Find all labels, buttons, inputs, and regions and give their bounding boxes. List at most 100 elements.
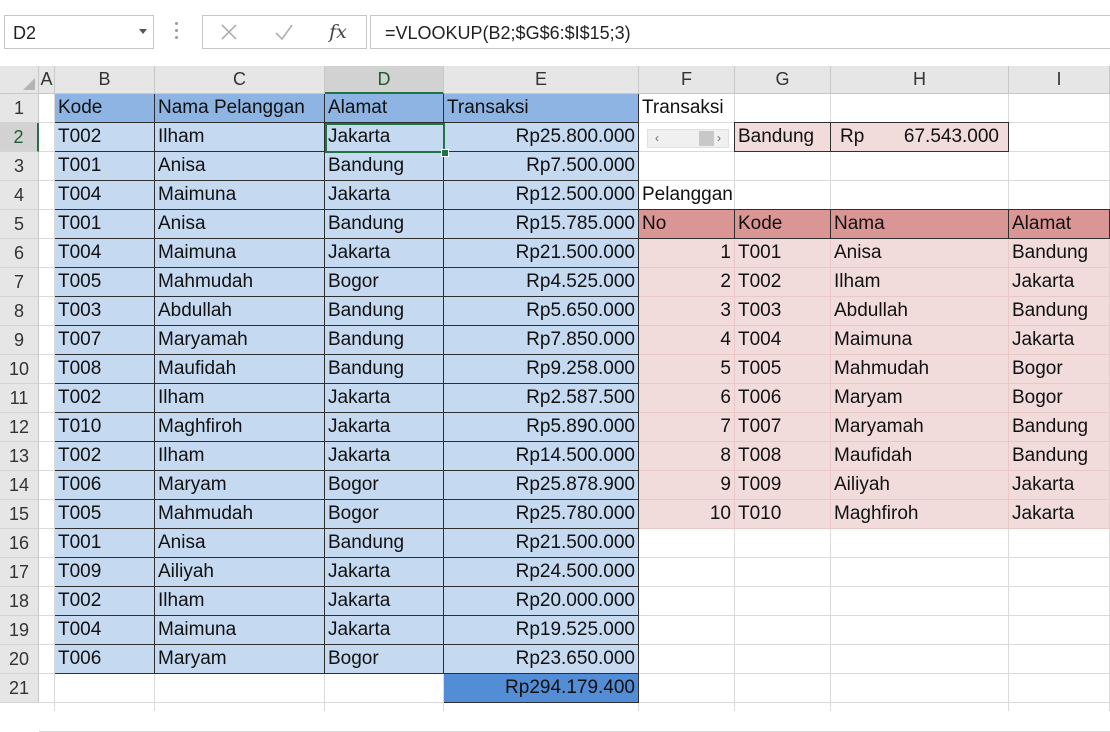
main-table-cell[interactable]: Abdullah — [155, 297, 325, 326]
main-table-cell[interactable]: Jakarta — [325, 558, 444, 587]
pelanggan-cell[interactable]: 3 — [639, 297, 735, 326]
column-header-b[interactable]: B — [55, 66, 155, 94]
main-table-cell[interactable]: Bogor — [325, 645, 444, 674]
row-header-3[interactable]: 3 — [0, 152, 39, 181]
row-header-19[interactable]: 19 — [0, 616, 39, 645]
summary-city-cell[interactable]: Bandung — [735, 123, 831, 152]
chevron-left-icon[interactable]: ‹ — [650, 130, 664, 147]
main-table-cell[interactable]: Bandung — [325, 297, 444, 326]
main-table-cell[interactable]: Bandung — [325, 529, 444, 558]
pelanggan-cell[interactable]: T003 — [735, 297, 831, 326]
fill-handle[interactable] — [441, 149, 449, 157]
total-cell[interactable]: Rp294.179.400 — [444, 674, 639, 703]
summary-amount-cell[interactable]: Rp 67.543.000 — [831, 123, 1009, 152]
pelanggan-cell[interactable]: 5 — [639, 355, 735, 384]
main-table-cell[interactable]: Bandung — [325, 326, 444, 355]
pelanggan-cell[interactable]: 9 — [639, 471, 735, 500]
row-header-6[interactable]: 6 — [0, 239, 39, 268]
main-table-cell[interactable]: Rp7.500.000 — [444, 152, 639, 181]
main-table-cell[interactable]: T003 — [55, 297, 155, 326]
main-table-cell[interactable]: T002 — [55, 123, 155, 152]
insert-function-icon[interactable]: fx — [320, 19, 356, 45]
pelanggan-header[interactable]: Kode — [735, 210, 831, 239]
main-table-cell[interactable]: Maghfiroh — [155, 413, 325, 442]
main-table-cell[interactable]: Rp19.525.000 — [444, 616, 639, 645]
main-table-cell[interactable]: Bandung — [325, 355, 444, 384]
main-table-cell[interactable]: Rp25.800.000 — [444, 123, 639, 152]
main-table-cell[interactable]: Ailiyah — [155, 558, 325, 587]
pelanggan-cell[interactable]: T004 — [735, 326, 831, 355]
pelanggan-cell[interactable]: T009 — [735, 471, 831, 500]
pelanggan-cell[interactable]: Jakarta — [1009, 326, 1110, 355]
main-table-cell[interactable]: T001 — [55, 152, 155, 181]
main-table-cell[interactable]: Bogor — [325, 500, 444, 529]
main-table-cell[interactable]: Anisa — [155, 529, 325, 558]
pelanggan-cell[interactable]: 6 — [639, 384, 735, 413]
row-header-18[interactable]: 18 — [0, 587, 39, 616]
row-header-13[interactable]: 13 — [0, 442, 39, 471]
transaksi-label[interactable]: Transaksi — [639, 94, 735, 123]
row-header-11[interactable]: 11 — [0, 384, 39, 413]
main-table-cell[interactable]: Jakarta — [325, 239, 444, 268]
row-header-4[interactable]: 4 — [0, 181, 39, 210]
pelanggan-cell[interactable]: 10 — [639, 500, 735, 529]
main-table-cell[interactable]: Jakarta — [325, 181, 444, 210]
main-table-cell[interactable]: Rp25.780.000 — [444, 500, 639, 529]
pelanggan-cell[interactable]: 1 — [639, 239, 735, 268]
row-header-16[interactable]: 16 — [0, 529, 39, 558]
main-table-cell[interactable]: Rp12.500.000 — [444, 181, 639, 210]
spreadsheet-grid[interactable]: A B C D E F G H I 1 2 3 4 5 6 7 8 9 10 11 12 13 14 15 16 17 18 19 20… — [0, 66, 1110, 732]
main-table-cell[interactable]: T010 — [55, 413, 155, 442]
main-table-cell[interactable]: Anisa — [155, 210, 325, 239]
main-table-cell[interactable]: T006 — [55, 471, 155, 500]
main-table-cell[interactable]: Bogor — [325, 268, 444, 297]
main-table-cell[interactable]: T006 — [55, 645, 155, 674]
main-table-cell[interactable]: Rp2.587.500 — [444, 384, 639, 413]
main-table-cell[interactable]: Rp25.878.900 — [444, 471, 639, 500]
main-table-cell[interactable]: T008 — [55, 355, 155, 384]
main-table-cell[interactable]: Jakarta — [325, 384, 444, 413]
pelanggan-cell[interactable]: Bandung — [1009, 413, 1110, 442]
pelanggan-header[interactable]: Nama — [831, 210, 1009, 239]
pelanggan-cell[interactable]: T007 — [735, 413, 831, 442]
main-table-cell[interactable]: Bogor — [325, 471, 444, 500]
pelanggan-cell[interactable]: Bandung — [1009, 239, 1110, 268]
main-table-cell[interactable]: T004 — [55, 181, 155, 210]
pelanggan-cell[interactable]: T002 — [735, 268, 831, 297]
pelanggan-cell[interactable]: Ilham — [831, 268, 1009, 297]
main-table-cell[interactable]: Rp23.650.000 — [444, 645, 639, 674]
main-table-cell[interactable]: Maimuna — [155, 239, 325, 268]
main-table-cell[interactable]: Jakarta — [325, 442, 444, 471]
main-table-cell[interactable]: T009 — [55, 558, 155, 587]
main-table-cell[interactable]: Mahmudah — [155, 500, 325, 529]
pelanggan-cell[interactable]: Bandung — [1009, 442, 1110, 471]
row-header-12[interactable]: 12 — [0, 413, 39, 442]
pelanggan-header[interactable]: No — [639, 210, 735, 239]
row-header-5[interactable]: 5 — [0, 210, 39, 239]
main-table-cell[interactable]: Maimuna — [155, 181, 325, 210]
main-table-cell[interactable]: Rp4.525.000 — [444, 268, 639, 297]
main-table-cell[interactable]: Maryam — [155, 471, 325, 500]
main-table-cell[interactable]: Ilham — [155, 384, 325, 413]
pelanggan-cell[interactable]: 8 — [639, 442, 735, 471]
main-table-cell[interactable]: Bandung — [325, 210, 444, 239]
column-header-a[interactable]: A — [39, 66, 55, 94]
column-header-f[interactable]: F — [639, 66, 735, 94]
row-header-2[interactable]: 2 — [0, 123, 39, 152]
main-table-cell[interactable]: Mahmudah — [155, 268, 325, 297]
pelanggan-cell[interactable]: Maufidah — [831, 442, 1009, 471]
main-table-cell[interactable]: Ilham — [155, 587, 325, 616]
row-header-8[interactable]: 8 — [0, 297, 39, 326]
pelanggan-cell[interactable]: T001 — [735, 239, 831, 268]
column-header-d[interactable]: D — [325, 66, 444, 94]
pelanggan-cell[interactable]: Bandung — [1009, 297, 1110, 326]
main-table-cell[interactable]: Rp20.000.000 — [444, 587, 639, 616]
column-header-c[interactable]: C — [155, 66, 325, 94]
pelanggan-cell[interactable]: Jakarta — [1009, 471, 1110, 500]
name-box[interactable]: D2 — [4, 15, 154, 49]
pelanggan-cell[interactable]: Maryamah — [831, 413, 1009, 442]
pelanggan-cell[interactable]: Maghfiroh — [831, 500, 1009, 529]
more-options-icon[interactable] — [174, 22, 180, 42]
main-table-cell[interactable]: Bandung — [325, 152, 444, 181]
main-table-cell[interactable]: Rp9.258.000 — [444, 355, 639, 384]
